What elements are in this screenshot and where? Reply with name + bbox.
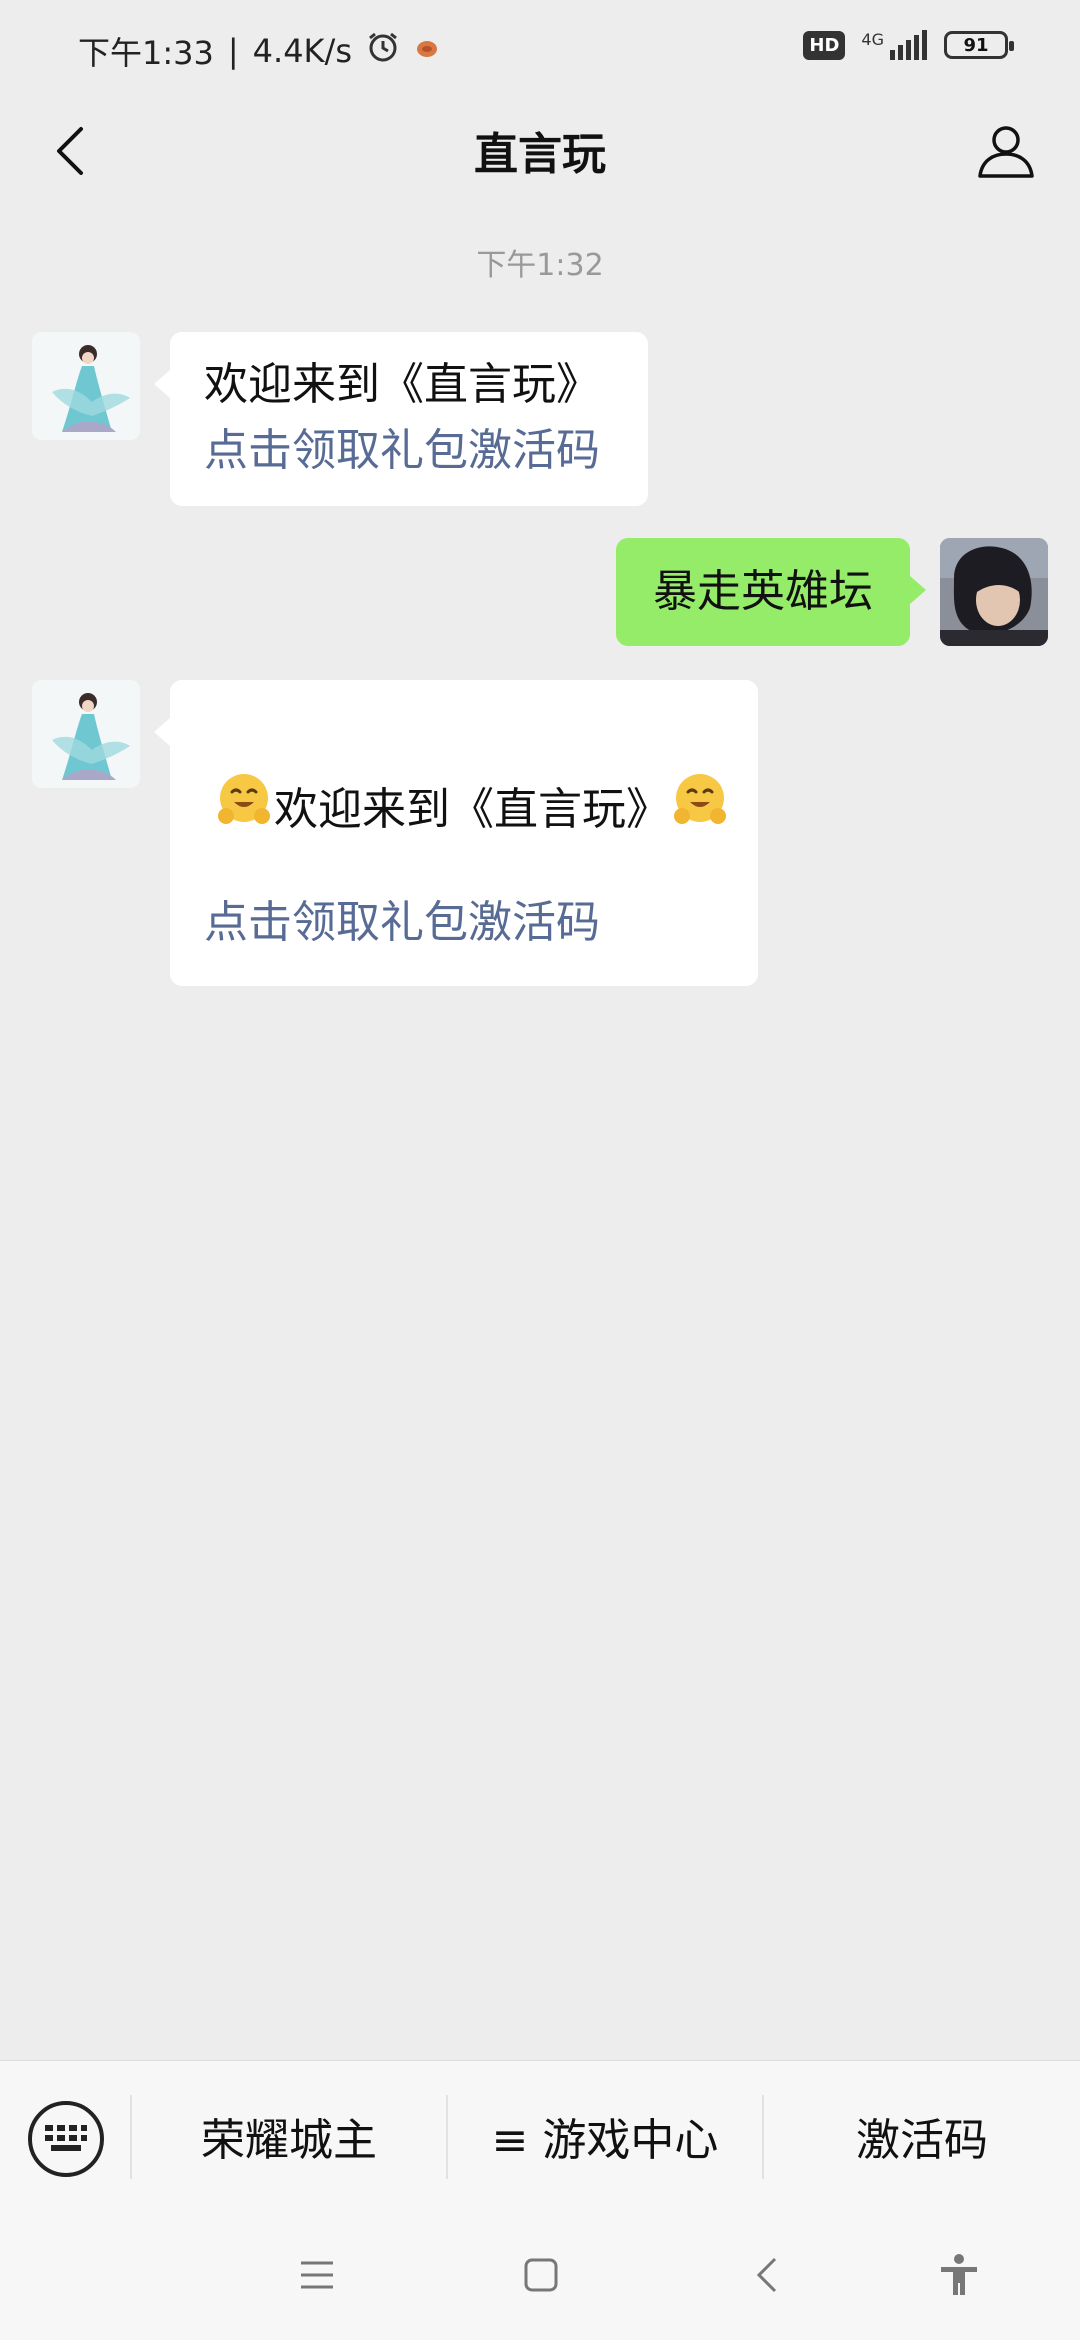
- gift-code-link[interactable]: 点击领取礼包激活码: [204, 418, 614, 484]
- message-bubble-received[interactable]: 欢迎来到《直言玩》 点击领取礼包激活码: [154, 680, 758, 986]
- chevron-left-icon: [756, 2257, 777, 2293]
- hugging-face-emoji-icon: [670, 770, 730, 849]
- network-type: 4G: [861, 30, 884, 49]
- page-title: 直言玩: [474, 129, 606, 180]
- nav-back-button[interactable]: [742, 2250, 792, 2300]
- menu-icon: [301, 2261, 333, 2289]
- bot-avatar[interactable]: [32, 332, 140, 440]
- bottom-menu-bar: 荣耀城主 ≡ 游戏中心 激活码: [0, 2060, 1080, 2211]
- chat-timestamp: 下午1:32: [476, 248, 604, 283]
- keyboard-toggle-button[interactable]: [28, 2101, 104, 2177]
- alarm-icon: [366, 30, 400, 72]
- message-text: 欢迎来到《直言玩》: [204, 359, 600, 410]
- status-bar: 下午1:33 | 4.4K/s HD 4G 91: [0, 0, 1080, 96]
- status-separator: |: [227, 32, 239, 70]
- keyboard-icon: [45, 2125, 87, 2151]
- message-text: 欢迎来到《直言玩》: [274, 783, 670, 835]
- title-bar: 直言玩: [0, 96, 1080, 208]
- hd-badge: HD: [803, 30, 846, 60]
- home-button[interactable]: [516, 2250, 566, 2300]
- fairy-avatar-icon: [32, 332, 140, 440]
- accessibility-icon: [941, 2254, 977, 2295]
- message-bubble-sent[interactable]: 暴走英雄坛: [616, 538, 926, 646]
- fairy-avatar-icon: [32, 680, 140, 788]
- network-speed: 4.4K/s: [252, 32, 352, 70]
- menu-item-activation-code[interactable]: 激活码: [764, 2061, 1080, 2211]
- signal-icon: 4G: [861, 30, 928, 60]
- square-icon: [524, 2258, 558, 2292]
- person-icon: [978, 126, 1034, 178]
- notification-icon: [414, 32, 440, 70]
- system-nav-bar: [0, 2210, 1080, 2340]
- message-text: 暴走英雄坛: [653, 566, 873, 617]
- message-line: 欢迎来到《直言玩》: [214, 770, 730, 849]
- hugging-face-emoji-icon: [214, 770, 274, 849]
- status-right: HD 4G 91: [803, 30, 1014, 60]
- user-photo-icon: [940, 538, 1048, 646]
- status-time: 下午1:33: [78, 34, 214, 72]
- profile-button[interactable]: [970, 114, 1042, 186]
- menu-item-rongyao[interactable]: 荣耀城主: [132, 2061, 446, 2211]
- my-avatar[interactable]: [940, 538, 1048, 646]
- battery-indicator: 91: [944, 31, 1014, 59]
- message-bubble-received[interactable]: 欢迎来到《直言玩》 点击领取礼包激活码: [154, 332, 648, 506]
- recents-button[interactable]: [292, 2250, 342, 2300]
- accessibility-button[interactable]: [934, 2250, 984, 2300]
- status-left: 下午1:33 | 4.4K/s: [78, 28, 440, 74]
- gift-code-link[interactable]: 点击领取礼包激活码: [204, 890, 600, 956]
- bot-avatar[interactable]: [32, 680, 140, 788]
- menu-item-game-center[interactable]: ≡ 游戏中心: [448, 2061, 762, 2211]
